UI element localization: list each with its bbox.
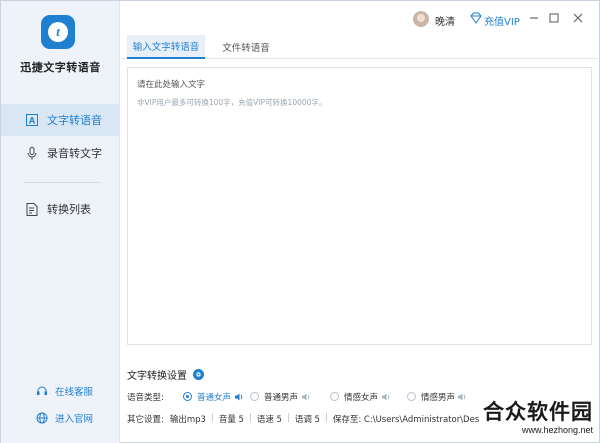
separator: |	[210, 413, 214, 423]
tab-bar: 输入文字转语音 文件转语音	[121, 35, 600, 59]
voice-type-label: 语音类型:	[127, 393, 164, 403]
text-input-area[interactable]: 请在此处输入文字 非VIP用户最多可转换100字，充值VIP可转换10000字。	[127, 67, 592, 345]
nav-item-label: 录音转文字	[47, 147, 102, 160]
title-bar: 晚清 充值VIP	[121, 1, 600, 35]
speaker-icon[interactable]	[457, 392, 467, 402]
online-support-link[interactable]: 在线客服	[35, 384, 93, 398]
headset-icon	[35, 384, 49, 398]
recharge-vip-button[interactable]: 充值VIP	[484, 13, 520, 28]
nav-item-label: 文字转语音	[47, 114, 102, 127]
user-avatar[interactable]	[413, 11, 429, 27]
tab-input-text-to-speech[interactable]: 输入文字转语音	[127, 35, 205, 59]
watermark-url: www.hezhong.net	[521, 425, 593, 435]
voice-type-row: 语音类型: 普通女声 普通男声 情感女声 情感男声	[127, 391, 467, 403]
radio-emotional-female[interactable]	[330, 392, 339, 401]
nav-divider	[23, 182, 101, 183]
nav-item-speech-to-text[interactable]: 录音转文字	[1, 137, 120, 169]
settings-title-label: 文字转换设置	[127, 371, 187, 382]
separator: |	[248, 413, 252, 423]
other-settings-label: 其它设置:	[127, 415, 164, 425]
voice-option-label[interactable]: 普通男声	[264, 391, 298, 403]
sidebar: t 迅捷文字转语音 A 文字转语音 录音转文字 转换列表 在线客服 进入官网	[1, 1, 120, 443]
save-path[interactable]: 保存至: C:\Users\Administrator\Des	[333, 413, 479, 425]
bottom-link-label: 进入官网	[55, 414, 94, 425]
character-limit-hint: 非VIP用户最多可转换100字，充值VIP可转换10000字。	[137, 98, 327, 107]
voice-option-label[interactable]: 情感女声	[344, 391, 378, 403]
gear-icon[interactable]	[192, 368, 205, 381]
speed-setting[interactable]: 语速 5	[257, 413, 282, 425]
list-icon	[25, 202, 39, 216]
nav-item-label: 转换列表	[47, 203, 91, 216]
voice-option-label[interactable]: 情感男声	[421, 391, 455, 403]
separator: |	[286, 413, 290, 423]
tab-file-to-speech[interactable]: 文件转语音	[213, 35, 279, 59]
text-to-speech-icon: A	[25, 113, 39, 127]
diamond-icon	[470, 12, 482, 24]
minimize-icon[interactable]	[527, 11, 541, 25]
nav-item-conversion-list[interactable]: 转换列表	[1, 193, 120, 225]
bottom-link-label: 在线客服	[55, 387, 94, 398]
radio-normal-female[interactable]	[183, 392, 192, 401]
nav-item-text-to-speech[interactable]: A 文字转语音	[1, 104, 120, 136]
output-format[interactable]: 输出mp3	[170, 413, 206, 425]
speaker-icon[interactable]	[234, 392, 244, 402]
separator: |	[324, 413, 328, 423]
watermark: 合众软件园 www.hezhong.net	[471, 396, 599, 442]
microphone-icon	[25, 146, 39, 160]
radio-normal-male[interactable]	[250, 392, 259, 401]
speaker-icon[interactable]	[381, 392, 391, 402]
globe-icon	[35, 411, 49, 425]
voice-option-label[interactable]: 普通女声	[197, 391, 231, 403]
volume-setting[interactable]: 音量 5	[219, 413, 244, 425]
radio-emotional-male[interactable]	[407, 392, 416, 401]
pitch-setting[interactable]: 语调 5	[295, 413, 320, 425]
username[interactable]: 晚清	[435, 13, 455, 28]
speaker-icon[interactable]	[301, 392, 311, 402]
text-input-placeholder: 请在此处输入文字	[137, 80, 206, 90]
app-window: t 迅捷文字转语音 A 文字转语音 录音转文字 转换列表 在线客服 进入官网 晚…	[0, 0, 600, 443]
app-title: 迅捷文字转语音	[20, 61, 101, 74]
svg-text:A: A	[29, 116, 36, 126]
maximize-icon[interactable]	[547, 11, 561, 25]
app-logo: t	[41, 15, 75, 49]
conversion-settings-title: 文字转换设置	[127, 367, 205, 382]
official-website-link[interactable]: 进入官网	[35, 411, 93, 425]
other-settings-row: 其它设置: 输出mp3 | 音量 5 | 语速 5 | 语调 5 | 保存至: …	[127, 413, 479, 425]
close-icon[interactable]	[571, 11, 585, 25]
watermark-text: 合众软件园	[483, 400, 593, 424]
